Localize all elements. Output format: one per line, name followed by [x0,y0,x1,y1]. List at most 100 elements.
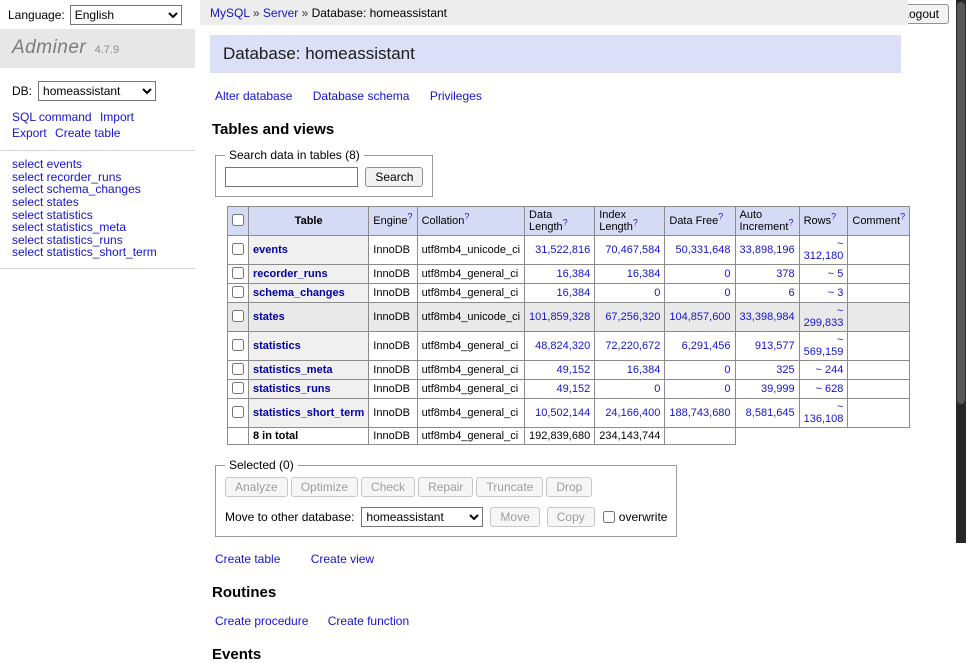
index-length-link[interactable]: 72,220,672 [605,340,660,352]
index-length-link[interactable]: 70,467,584 [605,244,660,256]
table-link-states[interactable]: states [253,311,285,323]
row-checkbox-statistics-short-term[interactable] [232,406,244,418]
bulk-analyze-button[interactable]: Analyze [225,477,288,497]
help-icon[interactable]: ? [831,211,836,221]
bulk-truncate-button[interactable]: Truncate [476,477,543,497]
scrollbar-thumb[interactable] [957,2,965,404]
help-icon[interactable]: ? [408,211,413,221]
db-select[interactable]: homeassistant [38,81,156,101]
data-length-link[interactable]: 31,522,816 [535,244,590,256]
bulk-drop-button[interactable]: Drop [546,477,592,497]
row-checkbox-schema-changes[interactable] [232,286,244,298]
rows-link[interactable]: ~ 244 [816,364,844,376]
language-select[interactable]: English [70,5,182,25]
sidebar-link-select-statistics-short-term[interactable]: select statistics_short_term [0,246,195,259]
row-checkbox-statistics[interactable] [232,339,244,351]
auto-increment-link[interactable]: 39,999 [761,383,795,395]
rows-link[interactable]: ~ 136,108 [804,401,844,425]
index-length-link[interactable]: 0 [654,383,660,395]
data-free-link[interactable]: 0 [724,287,730,299]
link-create-view[interactable]: Create view [311,552,374,566]
sidebar-link-select-states[interactable]: select states [0,196,195,209]
row-checkbox-statistics-runs[interactable] [232,382,244,394]
data-length-link[interactable]: 48,824,320 [535,340,590,352]
table-link-statistics-meta[interactable]: statistics_meta [253,364,333,376]
help-icon[interactable]: ? [788,217,793,227]
search-button[interactable]: Search [365,167,423,187]
auto-increment-link[interactable]: 6 [788,287,794,299]
index-length-link[interactable]: 67,256,320 [605,311,660,323]
search-input[interactable] [225,167,358,187]
overwrite-checkbox[interactable] [603,511,615,523]
row-checkbox-events[interactable] [232,243,244,255]
auto-increment-link[interactable]: 33,398,984 [740,311,795,323]
sidebar-action-export[interactable]: Export [12,126,47,140]
rows-link[interactable]: ~ 569,159 [804,334,844,358]
data-free-link[interactable]: 0 [724,383,730,395]
data-length-link[interactable]: 10,502,144 [535,407,590,419]
table-link-events[interactable]: events [253,244,288,256]
db-action-database-schema[interactable]: Database schema [313,89,410,103]
breadcrumb-link-server[interactable]: Server [263,6,298,20]
sidebar-action-sql-command[interactable]: SQL command [12,110,92,124]
index-length-link[interactable]: 24,166,400 [605,407,660,419]
table-link-schema-changes[interactable]: schema_changes [253,287,345,299]
data-free-link[interactable]: 0 [724,268,730,280]
link-create-procedure[interactable]: Create procedure [215,614,308,628]
data-free-link[interactable]: 104,857,600 [669,311,730,323]
row-checkbox-recorder-runs[interactable] [232,267,244,279]
rows-link[interactable]: ~ 628 [816,383,844,395]
breadcrumb-link-mysql[interactable]: MySQL [210,6,250,20]
table-link-statistics-short-term[interactable]: statistics_short_term [253,407,364,419]
help-icon[interactable]: ? [464,211,469,221]
db-action-alter-database[interactable]: Alter database [215,89,292,103]
auto-increment-link[interactable]: 33,898,196 [740,244,795,256]
data-length-link[interactable]: 49,152 [557,364,591,376]
sidebar-link-select-statistics-meta[interactable]: select statistics_meta [0,221,195,234]
row-checkbox-states[interactable] [232,310,244,322]
index-length-link[interactable]: 0 [654,287,660,299]
data-length-link[interactable]: 49,152 [557,383,591,395]
table-link-statistics-runs[interactable]: statistics_runs [253,383,331,395]
auto-increment-link[interactable]: 378 [776,268,794,280]
copy-button[interactable]: Copy [547,507,595,527]
link-create-table[interactable]: Create table [215,552,280,566]
rows-link[interactable]: ~ 312,180 [804,238,844,262]
link-create-function[interactable]: Create function [328,614,409,628]
help-icon[interactable]: ? [718,211,723,221]
help-icon[interactable]: ? [563,217,568,227]
vertical-scrollbar[interactable] [956,0,966,543]
help-icon[interactable]: ? [633,217,638,227]
data-length-link[interactable]: 16,384 [557,287,591,299]
select-all-checkbox[interactable] [232,214,244,226]
data-length-link[interactable]: 16,384 [557,268,591,280]
auto-increment-link[interactable]: 8,581,645 [746,407,795,419]
rows-link[interactable]: ~ 299,833 [804,305,844,329]
data-free-link[interactable]: 6,291,456 [682,340,731,352]
db-action-privileges[interactable]: Privileges [430,89,482,103]
sidebar-link-select-events[interactable]: select events [0,158,195,171]
table-link-recorder-runs[interactable]: recorder_runs [253,268,328,280]
index-length-link[interactable]: 16,384 [627,364,661,376]
move-target-select[interactable]: homeassistant [361,507,483,527]
data-free-link[interactable]: 50,331,648 [675,244,730,256]
auto-increment-link[interactable]: 325 [776,364,794,376]
table-link-statistics[interactable]: statistics [253,340,301,352]
bulk-check-button[interactable]: Check [361,477,415,497]
sidebar-action-import[interactable]: Import [100,110,134,124]
help-icon[interactable]: ? [900,211,905,221]
index-length-link[interactable]: 16,384 [627,268,661,280]
data-length-link[interactable]: 101,859,328 [529,311,590,323]
data-free-link[interactable]: 188,743,680 [669,407,730,419]
row-checkbox-statistics-meta[interactable] [232,363,244,375]
adminer-logo-link[interactable]: Adminer [12,37,86,58]
auto-increment-link[interactable]: 913,577 [755,340,795,352]
comment-cell [848,332,910,361]
rows-link[interactable]: ~ 5 [828,268,844,280]
data-free-link[interactable]: 0 [724,364,730,376]
bulk-repair-button[interactable]: Repair [418,477,473,497]
bulk-optimize-button[interactable]: Optimize [291,477,358,497]
rows-link[interactable]: ~ 3 [828,287,844,299]
sidebar-action-create-table[interactable]: Create table [55,126,120,140]
move-button[interactable]: Move [490,507,539,527]
